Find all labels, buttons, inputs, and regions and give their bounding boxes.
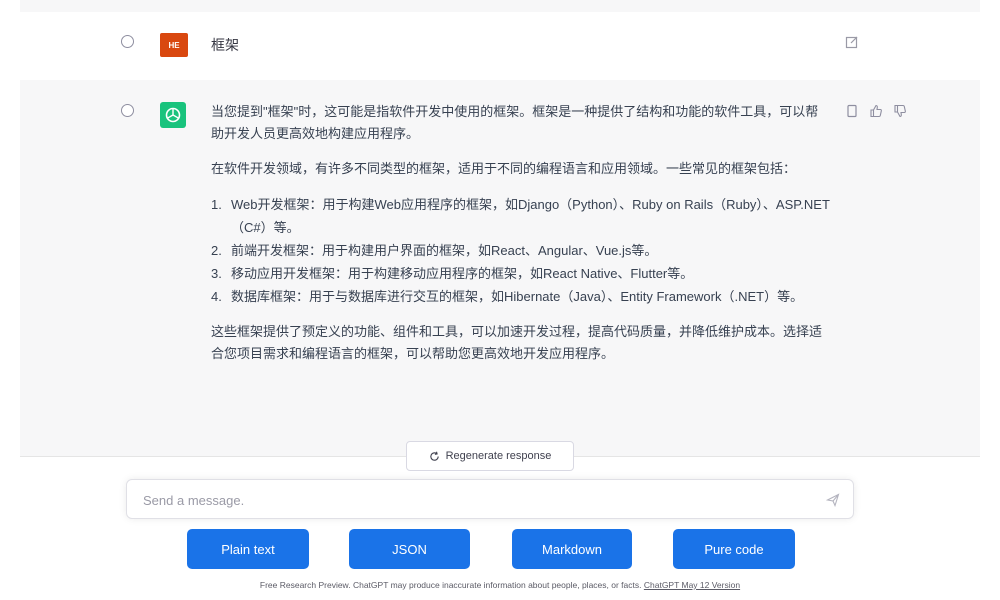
user-avatar: HE [160, 33, 188, 57]
list-item: 2. 前端开发框架：用于构建用户界面的框架，如React、Angular、Vue.… [211, 243, 658, 258]
edit-icon[interactable] [845, 35, 859, 49]
regenerate-label: Regenerate response [445, 450, 552, 462]
answer-closing-paragraph: 这些框架提供了预定义的功能、组件和工具，可以加速开发过程，提高代码质量，并降低维… [211, 324, 823, 361]
select-user-message-radio[interactable] [121, 35, 134, 48]
regenerate-response-button[interactable]: Regenerate response [406, 441, 574, 471]
answer-paragraph: 在软件开发领域，有许多不同类型的框架，适用于不同的编程语言和应用领域。一些常见的… [211, 161, 797, 176]
json-button[interactable]: JSON [349, 529, 470, 569]
plain-text-button[interactable]: Plain text [187, 529, 309, 569]
list-item: 1. Web开发框架：用于构建Web应用程序的框架，如Django（Python）… [211, 197, 830, 235]
chatgpt-avatar [160, 102, 186, 128]
footer-disclaimer: Free Research Preview. ChatGPT may produ… [0, 580, 1000, 590]
previous-message-strip [20, 0, 980, 12]
message-input[interactable] [141, 489, 805, 511]
select-assistant-message-radio[interactable] [121, 104, 134, 117]
assistant-message-content: 当您提到"框架"时，这可能是指软件开发中使用的框架。框架是一种提供了结构和功能的… [211, 101, 831, 378]
thumbs-up-icon[interactable] [869, 104, 883, 118]
user-message-text: 框架 [211, 37, 239, 53]
message-composer [126, 479, 854, 519]
openai-logo-icon [165, 107, 181, 123]
answer-paragraph: 当您提到"框架"时，这可能是指软件开发中使用的框架。框架是一种提供了结构和功能的… [211, 104, 819, 141]
list-item: 3. 移动应用开发框架：用于构建移动应用程序的框架，如React Native、F… [211, 266, 694, 281]
version-link[interactable]: ChatGPT May 12 Version [644, 580, 740, 590]
thumbs-down-icon[interactable] [893, 104, 907, 118]
copy-icon[interactable] [845, 104, 859, 118]
refresh-icon [429, 451, 439, 461]
pure-code-button[interactable]: Pure code [673, 529, 795, 569]
framework-list: 1. Web开发框架：用于构建Web应用程序的框架，如Django（Python）… [211, 193, 831, 308]
markdown-button[interactable]: Markdown [512, 529, 632, 569]
send-icon[interactable] [825, 493, 840, 508]
list-item: 4. 数据库框架：用于与数据库进行交互的框架，如Hibernate（Java）、E… [211, 289, 804, 304]
footer-text: Free Research Preview. ChatGPT may produ… [259, 580, 642, 590]
message-actions [845, 104, 907, 118]
